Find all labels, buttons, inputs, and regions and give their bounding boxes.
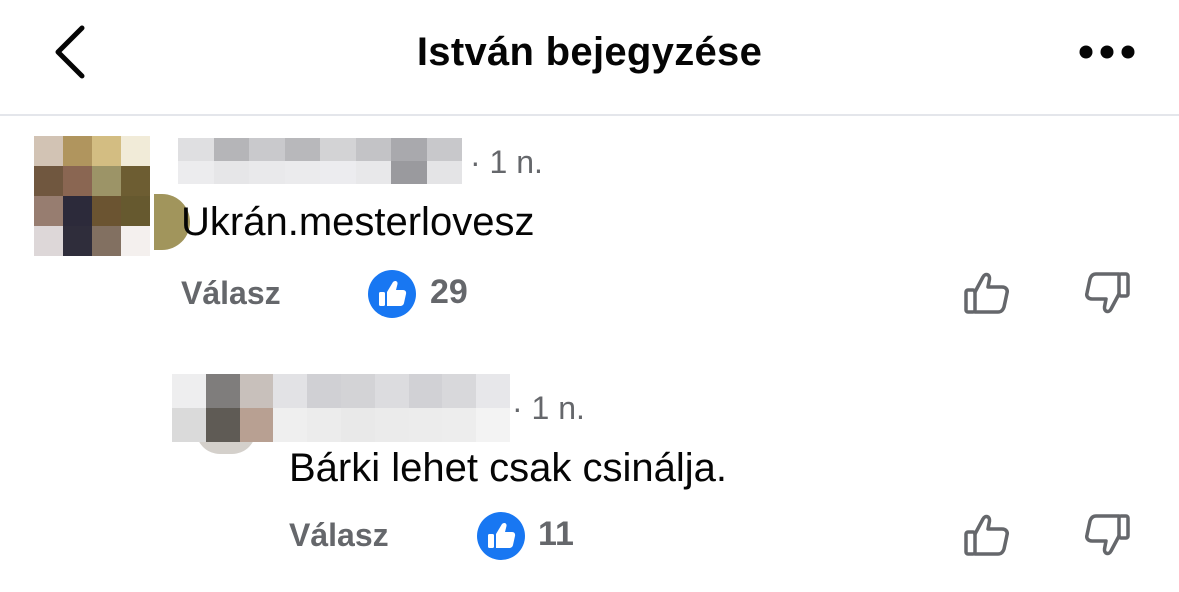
pixel-block — [92, 196, 121, 226]
reply-button[interactable]: Válasz — [181, 275, 281, 312]
page-title: István bejegyzése — [416, 30, 763, 74]
like-count: 29 — [430, 273, 468, 311]
pixel-block — [426, 161, 462, 184]
pixel-block — [476, 408, 510, 442]
like-badge — [477, 512, 525, 560]
pixel-block — [408, 408, 443, 442]
pixel-block — [320, 138, 356, 161]
pixel-block — [213, 138, 249, 161]
downvote-button[interactable] — [1082, 510, 1132, 560]
pixel-block — [442, 408, 477, 442]
pixel-block — [284, 138, 320, 161]
pixel-block — [178, 161, 214, 184]
pixel-block — [121, 226, 150, 256]
pixel-block — [34, 226, 63, 256]
pixel-block — [307, 374, 341, 408]
pixel-block — [213, 161, 249, 184]
pixelated-author-name[interactable] — [172, 374, 510, 442]
thumbs-up-outline-icon — [964, 514, 1009, 556]
pixel-block — [63, 136, 92, 166]
pixel-block — [307, 408, 341, 442]
pixel-block — [92, 136, 121, 166]
pixel-block — [34, 166, 63, 196]
pixel-block — [340, 374, 375, 408]
comment-text: Bárki lehet csak csinálja. — [289, 446, 727, 490]
pixel-block — [63, 196, 92, 226]
pixel-block — [63, 226, 92, 256]
pixel-block — [284, 161, 320, 184]
pixel-block — [355, 138, 391, 161]
pixel-block — [205, 408, 240, 442]
pixel-block — [249, 138, 285, 161]
thumbs-up-icon — [488, 522, 516, 548]
thumbs-down-outline-icon — [1085, 272, 1130, 314]
downvote-button[interactable] — [1082, 268, 1132, 318]
pixel-block — [374, 374, 409, 408]
like-count: 11 — [538, 515, 574, 553]
pixel-block — [442, 374, 477, 408]
like-badge — [368, 270, 416, 318]
thumbs-down-outline-icon — [1085, 514, 1130, 556]
pixel-block — [273, 374, 308, 408]
pixel-block — [172, 374, 206, 408]
pixel-block — [34, 136, 63, 166]
comment-time: · 1 n. — [512, 390, 585, 426]
pixel-block — [121, 136, 150, 166]
pixel-block — [239, 374, 274, 408]
pixel-block — [374, 408, 409, 442]
pixel-block — [92, 166, 121, 196]
pixel-block — [340, 408, 375, 442]
thumbs-up-outline-icon — [964, 272, 1009, 314]
pixel-block — [121, 196, 150, 226]
pixel-block — [172, 408, 206, 442]
pixel-block — [34, 196, 63, 226]
pixel-block — [92, 226, 121, 256]
pixel-block — [239, 408, 274, 442]
pixel-block — [355, 161, 391, 184]
pixelated-author-name[interactable] — [178, 138, 462, 184]
pixel-block — [63, 166, 92, 196]
pixel-block — [476, 374, 510, 408]
more-options-button[interactable] — [1072, 36, 1142, 68]
pixel-block — [273, 408, 308, 442]
upvote-button[interactable] — [962, 268, 1012, 318]
comment-text: Ukrán.mesterlovesz — [181, 200, 535, 244]
reply-button[interactable]: Válasz — [289, 517, 389, 554]
thumbs-up-icon — [379, 280, 407, 306]
pixel-block — [426, 138, 462, 161]
pixel-block — [391, 138, 427, 161]
pixelated-avatar — [34, 136, 150, 256]
pixel-block — [121, 166, 150, 196]
pixel-block — [205, 374, 240, 408]
upvote-button[interactable] — [962, 510, 1012, 560]
avatar[interactable] — [34, 136, 190, 258]
pixel-block — [178, 138, 214, 161]
pixel-block — [249, 161, 285, 184]
pixel-block — [391, 161, 427, 184]
top-bar: István bejegyzése — [0, 0, 1179, 116]
more-dots-icon — [1079, 45, 1135, 59]
pixel-block — [408, 374, 443, 408]
pixel-block — [320, 161, 356, 184]
comment-time: · 1 n. — [470, 144, 543, 180]
